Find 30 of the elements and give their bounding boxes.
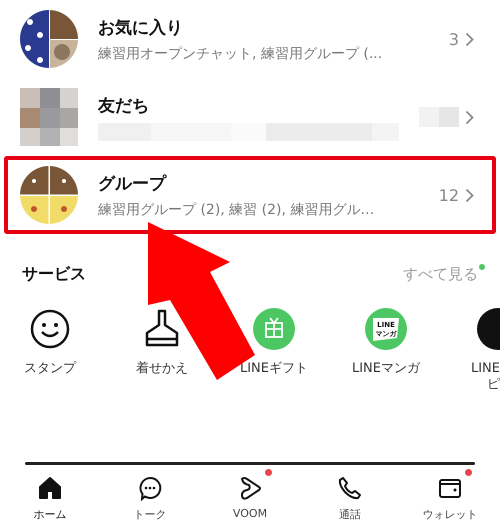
- chevron-right-icon[interactable]: [465, 32, 474, 46]
- service-label: 着せかえ: [136, 361, 188, 378]
- nav-tab[interactable]: ホーム: [0, 465, 100, 528]
- home-icon: [37, 475, 63, 501]
- nav-tab[interactable]: VOOM: [200, 465, 300, 526]
- row-subtitle: 練習用グループ (2), 練習 (2), 練習用グル…: [98, 200, 376, 218]
- nav-tab[interactable]: ウォレット: [400, 465, 500, 528]
- nav-tab[interactable]: トーク: [100, 465, 200, 528]
- blurred-count: [419, 107, 459, 127]
- chevron-right-icon[interactable]: [465, 110, 474, 124]
- chevron-right-icon[interactable]: [465, 188, 474, 202]
- row-title: お気に入り: [98, 16, 184, 38]
- blurred-avatar: [20, 88, 78, 146]
- service-label: LINE ピ: [470, 361, 500, 394]
- row-title: グループ: [98, 172, 168, 194]
- row-count: 12: [438, 186, 459, 204]
- smiley-icon[interactable]: [28, 307, 72, 351]
- section-title: サービス: [22, 264, 86, 285]
- row-count: 3: [448, 30, 459, 48]
- row-subtitle: 練習用オープンチャット, 練習用グループ (...: [98, 44, 384, 62]
- speech-bubble-icon: [137, 475, 163, 501]
- avatar-drawing: [20, 10, 78, 68]
- nav-tab[interactable]: 通話: [300, 465, 400, 528]
- service-label: LINEギフト: [240, 361, 308, 378]
- phone-icon: [337, 475, 363, 501]
- row-title: 友だち: [98, 94, 150, 116]
- avatar-drawing: [20, 166, 78, 224]
- service-label: スタンプ: [24, 361, 76, 378]
- gift-icon[interactable]: [252, 307, 296, 351]
- service-label: LINEマンガ: [352, 361, 420, 378]
